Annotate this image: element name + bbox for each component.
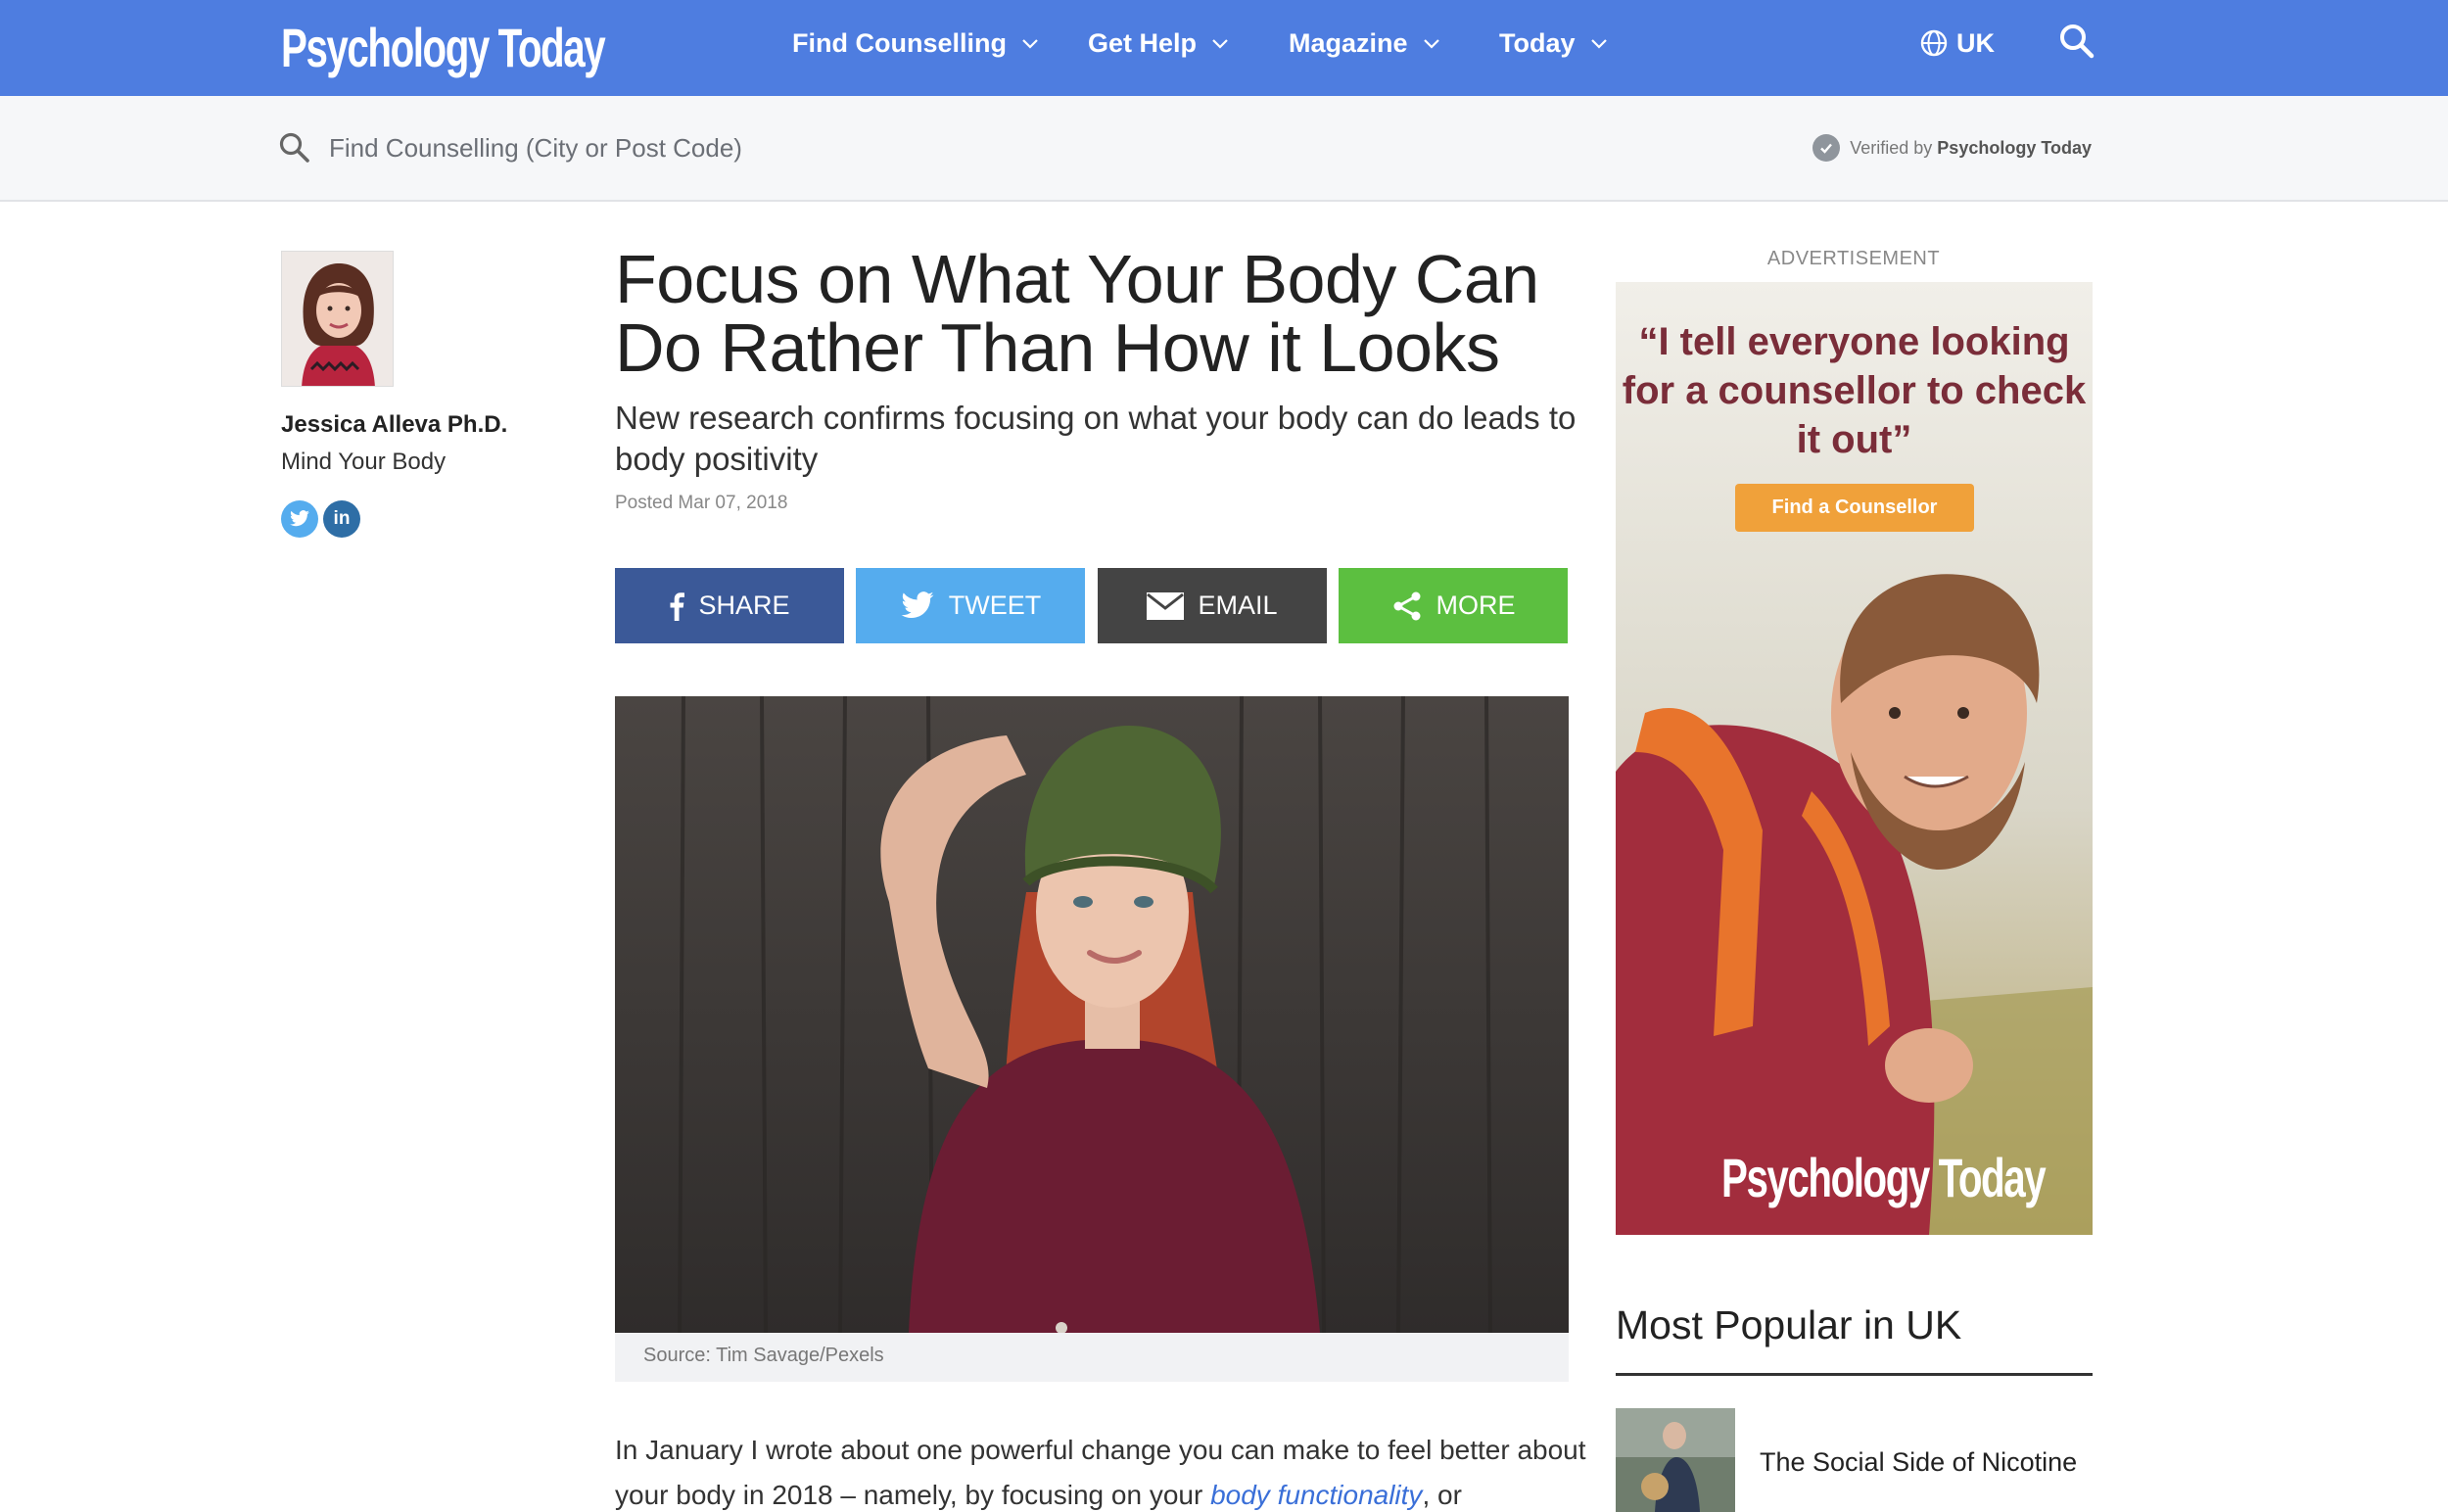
body-text-end: , or	[1422, 1480, 1462, 1510]
chevron-down-icon	[1212, 39, 1228, 49]
nav-get-help[interactable]: Get Help	[1088, 22, 1230, 65]
nav-today[interactable]: Today	[1499, 22, 1609, 65]
counsellor-search-bar: Verified by Psychology Today	[0, 96, 2448, 202]
chevron-down-icon	[1423, 39, 1439, 49]
tweet-label: TWEET	[948, 591, 1042, 620]
nav-label: Magazine	[1289, 27, 1408, 58]
article-subtitle: New research confirms focusing on what y…	[615, 400, 1577, 477]
email-button[interactable]: EMAIL	[1098, 568, 1327, 643]
linkedin-icon[interactable]: in	[323, 500, 360, 538]
advertisement-banner[interactable]: “I tell everyone looking for a counsello…	[1616, 282, 2093, 1235]
article-body-paragraph: In January I wrote about one powerful ch…	[615, 1428, 1594, 1512]
tweet-button[interactable]: TWEET	[856, 568, 1085, 643]
article-title: Focus on What Your Body Can Do Rather Th…	[615, 241, 1539, 386]
divider	[1616, 1373, 2093, 1376]
facebook-share-button[interactable]: SHARE	[615, 568, 844, 643]
check-circle-icon	[1812, 134, 1841, 162]
nav-label: Get Help	[1088, 27, 1198, 58]
region-selector[interactable]: UK	[1919, 22, 1995, 65]
facebook-icon	[670, 591, 685, 621]
nav-find-counselling[interactable]: Find Counselling	[792, 22, 1040, 65]
image-caption: Source: Tim Savage/Pexels	[615, 1333, 1569, 1382]
share-label: SHARE	[698, 591, 790, 620]
most-popular-heading: Most Popular in UK	[1616, 1302, 1962, 1347]
twitter-icon[interactable]	[281, 500, 318, 538]
verified-brand: Psychology Today	[1937, 137, 2092, 158]
counsellor-search-input[interactable]	[329, 125, 1210, 170]
psychology-today-logo[interactable]: Psychology Today	[281, 8, 606, 86]
verified-prefix: Verified by	[1850, 137, 1933, 158]
search-icon	[279, 132, 309, 163]
twitter-icon	[901, 591, 934, 618]
region-label: UK	[1956, 27, 1995, 58]
nav-magazine[interactable]: Magazine	[1289, 22, 1441, 65]
advertisement-label: ADVERTISEMENT	[1766, 248, 1941, 269]
ad-psychology-today-logo: Psychology Today	[1721, 1147, 2047, 1208]
popular-article-title[interactable]: The Social Side of Nicotine	[1760, 1447, 2077, 1478]
find-a-counsellor-button[interactable]: Find a Counsellor	[1735, 484, 1974, 532]
article-hero-image	[615, 696, 1569, 1333]
author-name[interactable]: Jessica Alleva Ph.D.	[281, 411, 507, 439]
chevron-down-icon	[1590, 39, 1607, 49]
nav-label: Find Counselling	[792, 27, 1007, 58]
chevron-down-icon	[1022, 39, 1038, 49]
linkedin-label: in	[333, 508, 351, 529]
popular-article-thumbnail[interactable]	[1616, 1408, 1735, 1512]
author-blog-name[interactable]: Mind Your Body	[281, 449, 446, 476]
body-functionality-link[interactable]: body functionality	[1210, 1480, 1422, 1510]
ad-quote: “I tell everyone looking for a counsello…	[1622, 320, 2087, 461]
search-icon[interactable]	[2057, 22, 2096, 61]
more-label: MORE	[1436, 591, 1516, 620]
share-icon	[1393, 591, 1420, 620]
posted-date: Posted Mar 07, 2018	[615, 493, 788, 513]
nav-label: Today	[1499, 27, 1576, 58]
email-label: EMAIL	[1198, 591, 1278, 620]
globe-icon	[1920, 29, 1948, 57]
envelope-icon	[1147, 591, 1185, 620]
verified-badge: Verified by Psychology Today	[1812, 133, 2092, 163]
more-share-button[interactable]: MORE	[1339, 568, 1568, 643]
top-navigation: Psychology Today Find Counselling Get He…	[0, 0, 2448, 96]
author-photo[interactable]	[281, 251, 394, 387]
